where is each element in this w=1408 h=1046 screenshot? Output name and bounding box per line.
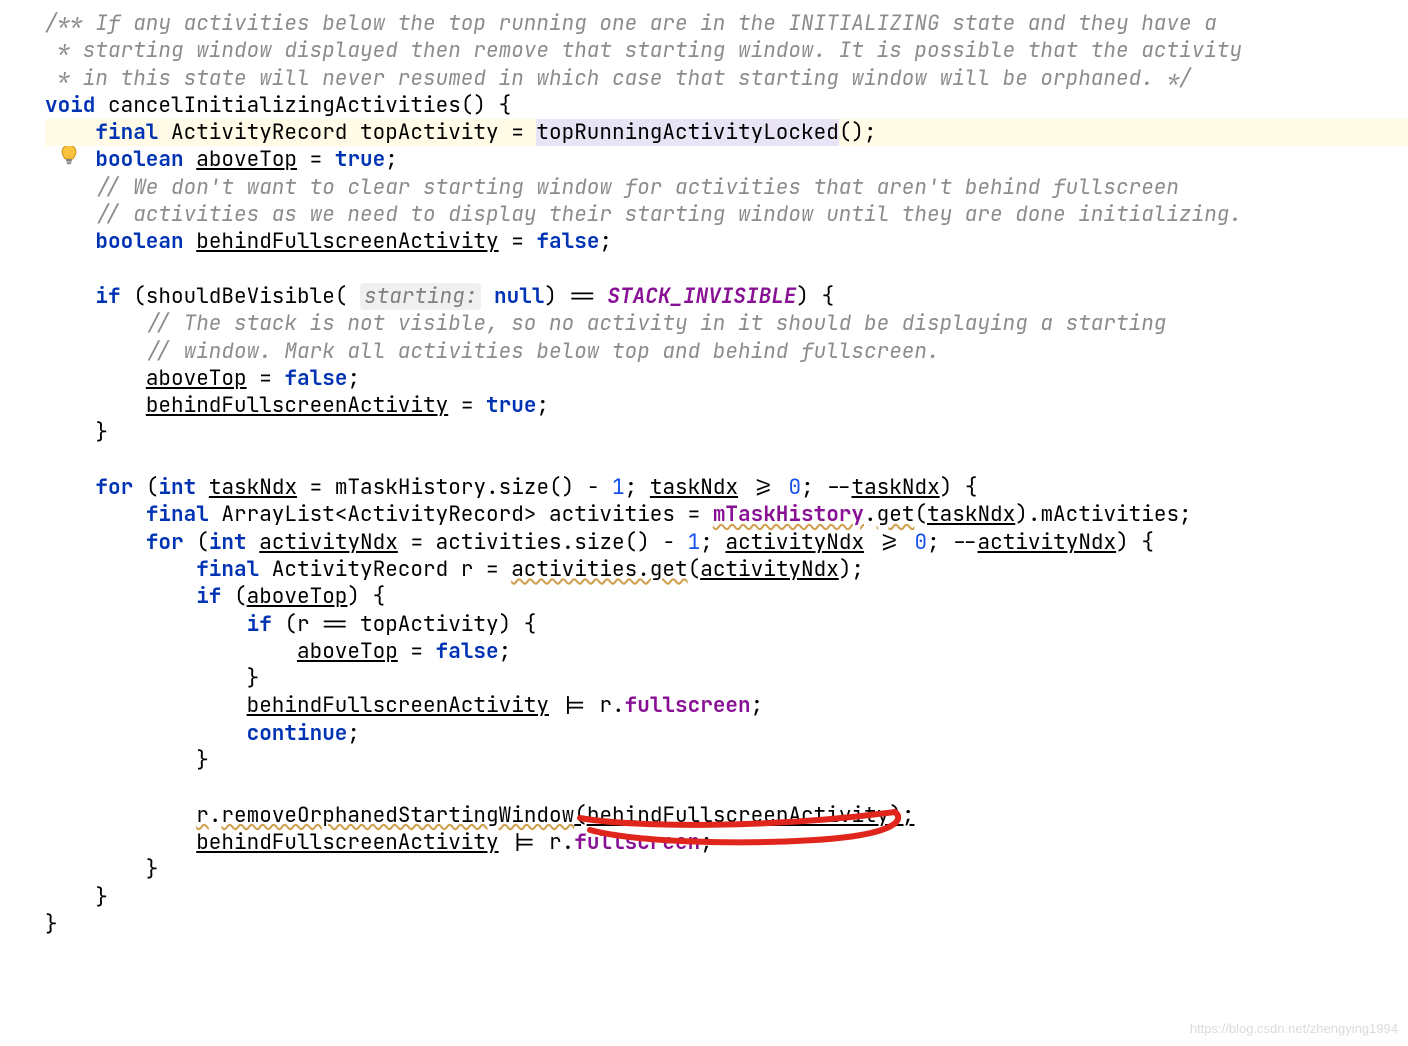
code-line[interactable]: // window. Mark all activities below top… [45,338,1408,365]
code-line[interactable]: behindFullscreenActivity |= r.fullscreen… [45,829,1408,856]
code-line[interactable] [45,256,1408,283]
code-editor[interactable]: /** If any activities below the top runn… [45,10,1408,938]
code-line[interactable]: // The stack is not visible, so no activ… [45,310,1408,337]
code-line[interactable]: } [45,884,1408,911]
code-line[interactable] [45,774,1408,801]
code-line[interactable]: final ArrayList<ActivityRecord> activiti… [45,501,1408,528]
code-line[interactable]: boolean behindFullscreenActivity = false… [45,228,1408,255]
code-line[interactable]: behindFullscreenActivity = true; [45,392,1408,419]
code-line[interactable]: behindFullscreenActivity |= r.fullscreen… [45,692,1408,719]
editor-gutter [0,0,40,1046]
code-line[interactable]: aboveTop = false; [45,365,1408,392]
code-line[interactable]: for (int taskNdx = mTaskHistory.size() -… [45,474,1408,501]
code-line[interactable]: boolean aboveTop = true; [45,146,1408,173]
code-line[interactable] [45,447,1408,474]
code-line[interactable]: } [45,419,1408,446]
code-line[interactable]: aboveTop = false; [45,638,1408,665]
code-line[interactable]: } [45,911,1408,938]
code-line[interactable]: /** If any activities below the top runn… [45,10,1408,37]
intention-bulb-icon[interactable] [10,117,28,139]
code-line[interactable]: if (r == topActivity) { [45,611,1408,638]
code-line[interactable]: } [45,665,1408,692]
code-line[interactable]: continue; [45,720,1408,747]
code-line[interactable]: void cancelInitializingActivities() { [45,92,1408,119]
code-line[interactable]: for (int activityNdx = activities.size()… [45,529,1408,556]
watermark: https://blog.csdn.net/zhengying1994 [1190,1021,1398,1038]
code-line[interactable]: } [45,747,1408,774]
code-line[interactable]: if (shouldBeVisible( starting: null) == … [45,283,1408,310]
code-line[interactable]: final ActivityRecord r = activities.get(… [45,556,1408,583]
code-line[interactable]: r.removeOrphanedStartingWindow(behindFul… [45,802,1408,829]
code-line[interactable]: // We don't want to clear starting windo… [45,174,1408,201]
code-line[interactable]: } [45,856,1408,883]
code-line[interactable]: final ActivityRecord topActivity = topRu… [45,119,1408,146]
code-line[interactable]: // activities as we need to display thei… [45,201,1408,228]
code-line[interactable]: if (aboveTop) { [45,583,1408,610]
code-line[interactable]: * starting window displayed then remove … [45,37,1408,64]
code-line[interactable]: * in this state will never resumed in wh… [45,65,1408,92]
